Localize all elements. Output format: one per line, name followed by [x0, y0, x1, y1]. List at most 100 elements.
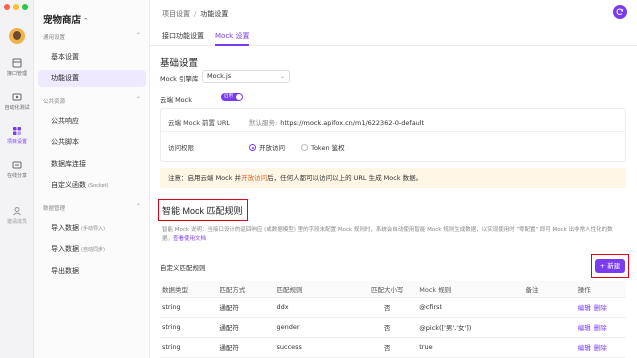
cell-mode: 通配符 [219, 297, 277, 318]
left-rail: 接口管理 自动化测试 项目设置 在线分享 邀请成员 [0, 0, 34, 358]
sidebar-item-custom-function[interactable]: 自定义函数 (Socket) [38, 177, 146, 194]
column-header: 操作 [575, 281, 626, 298]
edit-link[interactable]: 编辑 [578, 304, 591, 312]
engine-value: Mock.js [207, 72, 232, 80]
tab-mock-settings[interactable]: Mock 设置 [215, 31, 250, 46]
rail-item-test[interactable]: 自动化测试 [0, 92, 34, 111]
column-header: 匹配规则 [276, 281, 364, 298]
group-header-general[interactable]: 通用设置 ⌃ [43, 32, 141, 41]
cell-rule: success [276, 337, 364, 358]
sync-icon [616, 8, 624, 16]
sidebar-item-export[interactable]: 导出数据 [38, 263, 146, 280]
rail-item-share[interactable]: 在线分享 [0, 160, 34, 179]
table-row: string 通配符 success 否 true 编辑 删除 [160, 337, 626, 358]
chevron-up-icon: ⌃ [135, 203, 141, 210]
radio-open-access[interactable]: 开放访问 [249, 144, 285, 152]
tab-label: 接口功能设置 [162, 32, 204, 40]
cell-mode: 通配符 [219, 337, 277, 358]
doc-link[interactable]: 查看使用文档 [173, 236, 206, 242]
delete-link[interactable]: 删除 [594, 324, 607, 332]
access-label: 访问权限 [168, 144, 194, 152]
group-title: 通用设置 [43, 35, 66, 41]
cell-type: string [160, 337, 220, 358]
avatar[interactable] [9, 28, 25, 44]
group-header-data[interactable]: 数据管理 ⌃ [43, 203, 141, 212]
engine-label: Mock 引擎库 [160, 75, 199, 83]
sidebar-item-common-response[interactable]: 公共响应 [38, 113, 146, 130]
project-switcher[interactable]: 宠物商店 ⌃ [43, 12, 89, 26]
delete-link[interactable]: 删除 [594, 304, 607, 312]
cloud-mock-panel: 云端 Mock 前置 URL 默认服务: https://mock.apifox.… [160, 108, 626, 162]
cell-actions: 编辑 删除 [575, 317, 626, 338]
rail-item-label: 接口管理 [6, 71, 27, 77]
cell-mock: @pick(['男','女']) [411, 317, 526, 338]
warning-text-post: 后，任何人都可以访问以上的 URL 生成 Mock 数据。 [267, 174, 423, 182]
radio-label: 开放访问 [259, 144, 285, 152]
invite-icon [13, 207, 21, 216]
cloud-url-label: 云端 Mock 前置 URL [168, 119, 231, 127]
new-rule-button[interactable]: + 新建 [595, 259, 625, 273]
rail-item-api[interactable]: 接口管理 [0, 58, 34, 77]
close-window-button[interactable] [4, 4, 10, 10]
minimize-window-button[interactable] [13, 4, 19, 10]
cell-rule: ddx [276, 297, 364, 318]
radio-label: Token 鉴权 [311, 144, 345, 152]
engine-select[interactable]: Mock.js ⌄ [202, 70, 290, 83]
sidebar-item-basic[interactable]: 基本设置 [38, 49, 146, 66]
sidebar-item-label: 功能设置 [51, 74, 79, 82]
table-header-row: 数据类型 匹配方式 匹配规则 匹配大小写 Mock 规则 备注 操作 [160, 281, 626, 298]
sidebar-item-sublabel: (手动导入) [81, 226, 105, 232]
sidebar-item-import-sync[interactable]: 导入数据 (自动同步) [38, 241, 146, 258]
cell-type: string [160, 317, 220, 338]
sidebar-item-label: 基本设置 [51, 53, 79, 61]
rail-item-label: 在线分享 [6, 173, 27, 179]
sidebar-item-features[interactable]: 功能设置 [38, 70, 146, 87]
sidebar-item-sublabel: (Socket) [88, 183, 109, 189]
column-header: 匹配方式 [219, 281, 277, 298]
edit-link[interactable]: 编辑 [578, 324, 591, 332]
delete-link[interactable]: 删除 [594, 344, 607, 352]
tab-api-settings[interactable]: 接口功能设置 [162, 31, 204, 46]
cloud-url: https://mock.apifox.cn/m1/622362-0-defau… [280, 119, 425, 127]
sync-button[interactable] [613, 5, 627, 19]
sidebar-item-common-script[interactable]: 公共脚本 [38, 134, 146, 151]
column-header: 备注 [525, 281, 576, 298]
rules-table: 数据类型 匹配方式 匹配规则 匹配大小写 Mock 规则 备注 操作 strin… [160, 281, 626, 358]
cloud-url-value[interactable]: 默认服务: https://mock.apifox.cn/m1/622362-0-… [249, 117, 424, 127]
cell-note [525, 297, 576, 318]
share-icon [12, 161, 22, 169]
table-row: string 通配符 gender 否 @pick(['男','女']) 编辑删… [160, 317, 626, 338]
cloud-mock-toggle[interactable]: 启用 [221, 93, 243, 101]
maximize-window-button[interactable] [22, 4, 28, 10]
cell-note [525, 317, 576, 338]
group-title: 数据管理 [43, 206, 66, 212]
custom-rules-label: 自定义匹配规则 [160, 264, 206, 272]
edit-link[interactable]: 编辑 [578, 344, 591, 352]
group-header-resources[interactable]: 公共资源 ⌃ [43, 96, 141, 105]
access-radio-group: 开放访问 Token 鉴权 [249, 142, 345, 152]
cell-type: string [160, 297, 220, 318]
rail-item-invite[interactable]: 邀请成员 [0, 206, 34, 225]
sidebar-item-label: 数据库连接 [51, 160, 86, 168]
warning-text-pre: 注意：启用云端 Mock 并 [168, 174, 242, 182]
radio-token-auth[interactable]: Token 鉴权 [301, 144, 345, 152]
sidebar-item-label: 公共脚本 [51, 138, 79, 146]
sidebar-item-import-manual[interactable]: 导入数据 (手动导入) [38, 220, 146, 237]
sidebar-item-label: 导入数据 [51, 245, 79, 253]
cloud-mock-label: 云端 Mock [160, 96, 192, 104]
cell-case: 否 [363, 317, 412, 338]
rail-item-settings[interactable]: 项目设置 [0, 126, 34, 145]
chevron-up-icon: ⌃ [135, 96, 141, 103]
breadcrumb-item-current: 功能设置 [200, 10, 229, 18]
table-row: string 通配符 ddx 否 @cfirst 编辑 删除 [160, 297, 626, 318]
breadcrumb-item-project-settings[interactable]: 项目设置 [162, 10, 190, 18]
column-header: Mock 规则 [411, 281, 526, 298]
breadcrumb-separator: / [194, 10, 197, 18]
tab-bar: 接口功能设置 Mock 设置 [150, 28, 637, 46]
chevron-up-icon: ⌃ [135, 32, 141, 39]
tab-label: Mock 设置 [215, 32, 250, 40]
cell-actions: 编辑 删除 [575, 337, 626, 358]
sidebar-item-db-connection[interactable]: 数据库连接 [38, 156, 146, 173]
sidebar-item-sublabel: (自动同步) [81, 247, 105, 253]
toggle-label: 启用 [224, 94, 233, 99]
